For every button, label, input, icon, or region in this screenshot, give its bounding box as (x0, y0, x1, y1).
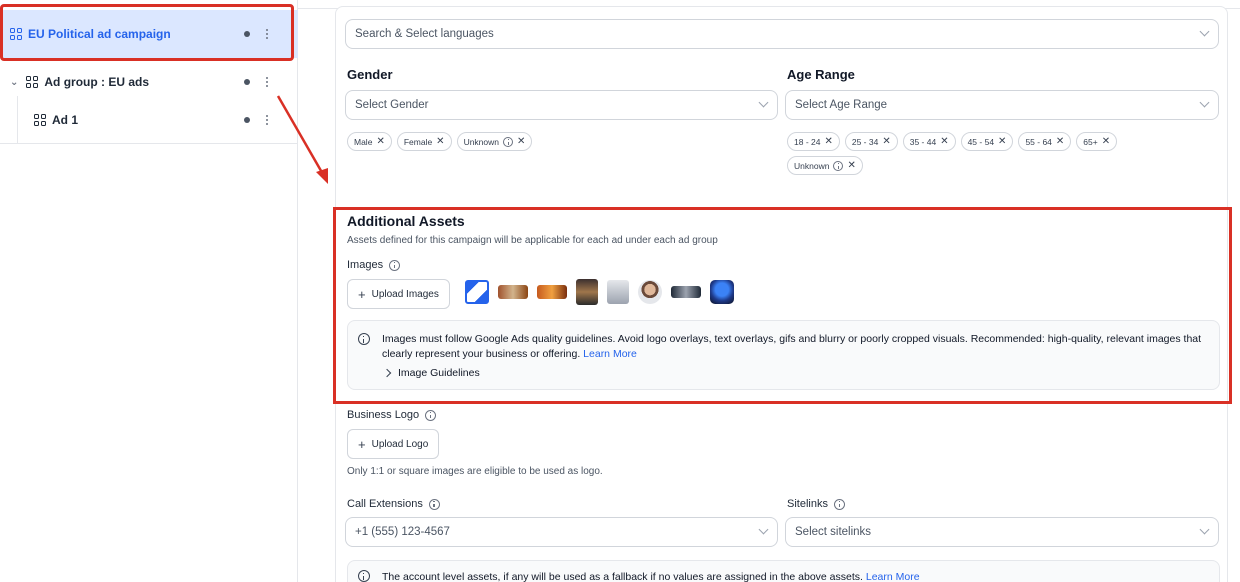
remove-icon[interactable]: ✕ (436, 136, 444, 147)
chip-male: Male ✕ (347, 132, 392, 151)
campaign-highlight-box (0, 4, 294, 61)
remove-icon[interactable]: ✕ (847, 160, 855, 171)
call-extensions-label-text: Call Extensions (347, 498, 423, 510)
chevron-down-icon (758, 97, 769, 108)
info-icon (358, 570, 370, 582)
fallback-notice-body: The account level assets, if any will be… (382, 571, 863, 582)
status-dot-icon (244, 79, 250, 85)
chip-age-unknown: Unknown ✕ (787, 156, 863, 175)
languages-placeholder: Search & Select languages (355, 28, 494, 40)
ad-grid-icon (34, 113, 46, 126)
additional-assets-highlight-box (333, 207, 1232, 404)
chip-label: Female (403, 136, 433, 147)
remove-icon[interactable]: ✕ (1102, 136, 1110, 147)
fallback-notice: The account level assets, if any will be… (347, 560, 1220, 582)
sidebar-item-label: Ad group : EU ads (44, 75, 150, 89)
chip-label: Male (354, 136, 373, 147)
chip-age: 65+ ✕ (1076, 132, 1118, 151)
gender-select[interactable]: Select Gender (345, 90, 778, 120)
chip-label: 55 - 64 (1025, 136, 1052, 147)
chip-label: 25 - 34 (851, 136, 879, 147)
chip-age: 55 - 64 ✕ (1018, 132, 1072, 151)
remove-icon[interactable]: ✕ (1056, 136, 1064, 147)
info-icon[interactable] (833, 498, 845, 510)
chip-female: Female ✕ (396, 132, 452, 151)
sidebar-item-label: Ad 1 (52, 112, 79, 127)
chip-label: 35 - 44 (909, 136, 937, 147)
plus-icon: + (358, 436, 366, 452)
sitelinks-placeholder: Select sitelinks (795, 526, 872, 538)
languages-select[interactable]: Search & Select languages (345, 19, 1219, 49)
upload-logo-label: Upload Logo (371, 438, 429, 450)
remove-icon[interactable]: ✕ (517, 136, 525, 147)
chevron-down-icon (1199, 26, 1210, 37)
remove-icon[interactable]: ✕ (824, 136, 832, 147)
chip-unknown: Unknown ✕ (456, 132, 533, 151)
chip-age: 35 - 44 ✕ (902, 132, 956, 151)
call-extensions-label: Call Extensions (347, 498, 440, 510)
upload-logo-button[interactable]: + Upload Logo (347, 429, 440, 459)
sidebar-item-ad[interactable]: Ad 1 (0, 96, 298, 144)
business-logo-label: Business Logo (347, 409, 437, 421)
remove-icon[interactable]: ✕ (940, 136, 948, 147)
info-icon[interactable] (503, 136, 513, 147)
more-options-icon[interactable] (262, 72, 272, 92)
sitelinks-label: Sitelinks (787, 498, 845, 510)
chip-label: 65+ (1083, 136, 1098, 147)
remove-icon[interactable]: ✕ (376, 136, 384, 147)
info-icon[interactable] (833, 160, 844, 171)
gender-chips: Male ✕ Female ✕ Unknown ✕ (347, 132, 767, 151)
chevron-down-icon (758, 524, 769, 535)
campaign-tree-sidebar: EU Political ad campaign ⌄ Ad group : EU… (0, 0, 298, 582)
fallback-notice-text: The account level assets, if any will be… (382, 570, 1202, 582)
remove-icon[interactable]: ✕ (882, 136, 890, 147)
sitelinks-select[interactable]: Select sitelinks (785, 517, 1219, 547)
chip-label: Unknown (463, 136, 499, 147)
business-logo-label-text: Business Logo (347, 409, 420, 421)
chevron-down-icon (1199, 524, 1210, 535)
chip-age: 18 - 24 ✕ (787, 132, 840, 151)
chip-label: 18 - 24 (794, 136, 821, 147)
annotation-arrow-icon (276, 95, 328, 184)
info-icon[interactable] (428, 498, 440, 510)
call-extensions-value: +1 (555) 123-4567 (355, 526, 450, 538)
remove-icon[interactable]: ✕ (998, 136, 1006, 147)
learn-more-link[interactable]: Learn More (866, 571, 920, 582)
chip-age: 45 - 54 ✕ (960, 132, 1014, 151)
logo-hint: Only 1:1 or square images are eligible t… (347, 466, 603, 477)
chip-label: Unknown (794, 160, 830, 171)
age-range-placeholder: Select Age Range (795, 99, 888, 111)
chip-label: 45 - 54 (967, 136, 995, 147)
gender-placeholder: Select Gender (355, 99, 429, 111)
chip-age: 25 - 34 ✕ (844, 132, 898, 151)
age-range-label: Age Range (787, 67, 855, 82)
chevron-down-icon[interactable]: ⌄ (10, 77, 18, 88)
chevron-down-icon (1199, 97, 1210, 108)
age-range-select[interactable]: Select Age Range (785, 90, 1219, 120)
status-dot-icon (244, 117, 250, 123)
info-icon[interactable] (425, 409, 437, 421)
gender-label: Gender (347, 67, 393, 82)
age-range-chips: 18 - 24 ✕ 25 - 34 ✕ 35 - 44 ✕ 45 - 54 ✕ 55 -… (787, 132, 1157, 175)
call-extensions-select[interactable]: +1 (555) 123-4567 (345, 517, 778, 547)
ad-group-grid-icon (26, 76, 39, 88)
sitelinks-label-text: Sitelinks (787, 498, 828, 510)
